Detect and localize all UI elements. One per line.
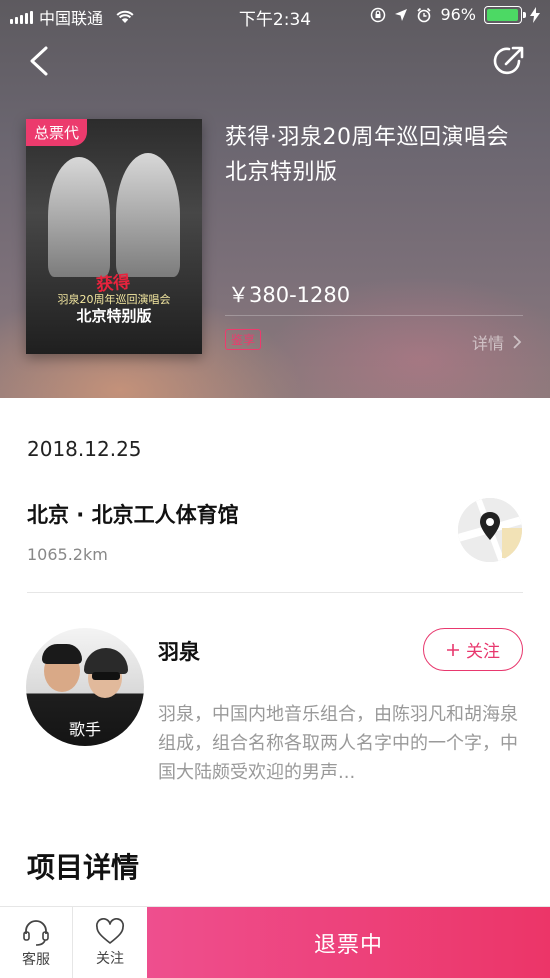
favorite-button[interactable]: 关注 xyxy=(73,907,147,978)
battery-icon xyxy=(484,5,526,24)
map-icon[interactable] xyxy=(458,498,522,562)
section-divider xyxy=(27,592,523,593)
hero-header: 中国联通 下午2:34 96% 总票代 获得 羽泉20周年巡回演唱会 北京特别版… xyxy=(0,0,550,398)
event-title: 获得·羽泉20周年巡回演唱会北京特别版 xyxy=(225,125,509,185)
charging-icon xyxy=(530,6,540,23)
artist-name[interactable]: 羽泉 xyxy=(158,636,200,666)
follow-artist-button[interactable]: 关注 xyxy=(423,628,523,671)
event-date: 2018.12.25 xyxy=(27,437,142,461)
avatar-hair-right xyxy=(84,648,128,674)
alarm-icon xyxy=(417,7,432,22)
map-pin-icon xyxy=(458,498,522,562)
bottom-action-bar: 客服 关注 退票中 xyxy=(0,906,550,978)
detail-link[interactable]: 详情 xyxy=(472,330,522,354)
favorite-label: 关注 xyxy=(96,951,124,967)
section-title: 项目详情 xyxy=(27,851,140,884)
location-arrow-icon xyxy=(395,8,408,21)
artist-description[interactable]: 羽泉，中国内地音乐组合，由陈羽凡和胡海泉组成，组合名称各取两人名字中的一个字，中… xyxy=(158,700,523,787)
share-icon[interactable] xyxy=(492,44,526,78)
headset-icon xyxy=(23,920,49,946)
rotation-lock-icon xyxy=(371,7,386,22)
avatar-hair-left xyxy=(42,644,82,664)
refund-status-button[interactable]: 退票中 xyxy=(147,907,550,978)
customer-service-button[interactable]: 客服 xyxy=(0,907,73,978)
status-bar: 中国联通 下午2:34 96% xyxy=(0,0,550,32)
customer-service-label: 客服 xyxy=(22,952,50,968)
poster-title: 北京特别版 xyxy=(76,307,152,325)
poster-figure-right xyxy=(116,153,180,277)
follow-artist-label: 关注 xyxy=(466,642,500,662)
battery-percent: 96% xyxy=(440,5,476,24)
status-right: 96% xyxy=(370,5,540,24)
event-price: ￥380-1280 xyxy=(228,283,351,307)
hero-divider xyxy=(225,315,523,316)
heart-icon xyxy=(96,918,124,944)
avatar-sunglasses xyxy=(92,672,120,680)
chevron-right-icon xyxy=(513,335,522,349)
artist-avatar[interactable]: 歌手 xyxy=(26,628,144,746)
artist-role-label: 歌手 xyxy=(68,720,101,739)
back-icon[interactable] xyxy=(22,42,58,80)
event-badge: 鉴享 xyxy=(225,329,262,350)
poster-agent-tag: 总票代 xyxy=(26,119,88,146)
venue-distance: 1065.2km xyxy=(27,545,108,564)
venue-name[interactable]: 北京 · 北京工人体育馆 xyxy=(27,499,239,529)
poster-figure-left xyxy=(48,157,110,277)
event-poster[interactable]: 总票代 获得 羽泉20周年巡回演唱会 北京特别版 xyxy=(26,119,202,354)
detail-link-label: 详情 xyxy=(471,334,504,353)
plus-icon xyxy=(447,643,459,656)
battery-fill xyxy=(487,8,518,21)
